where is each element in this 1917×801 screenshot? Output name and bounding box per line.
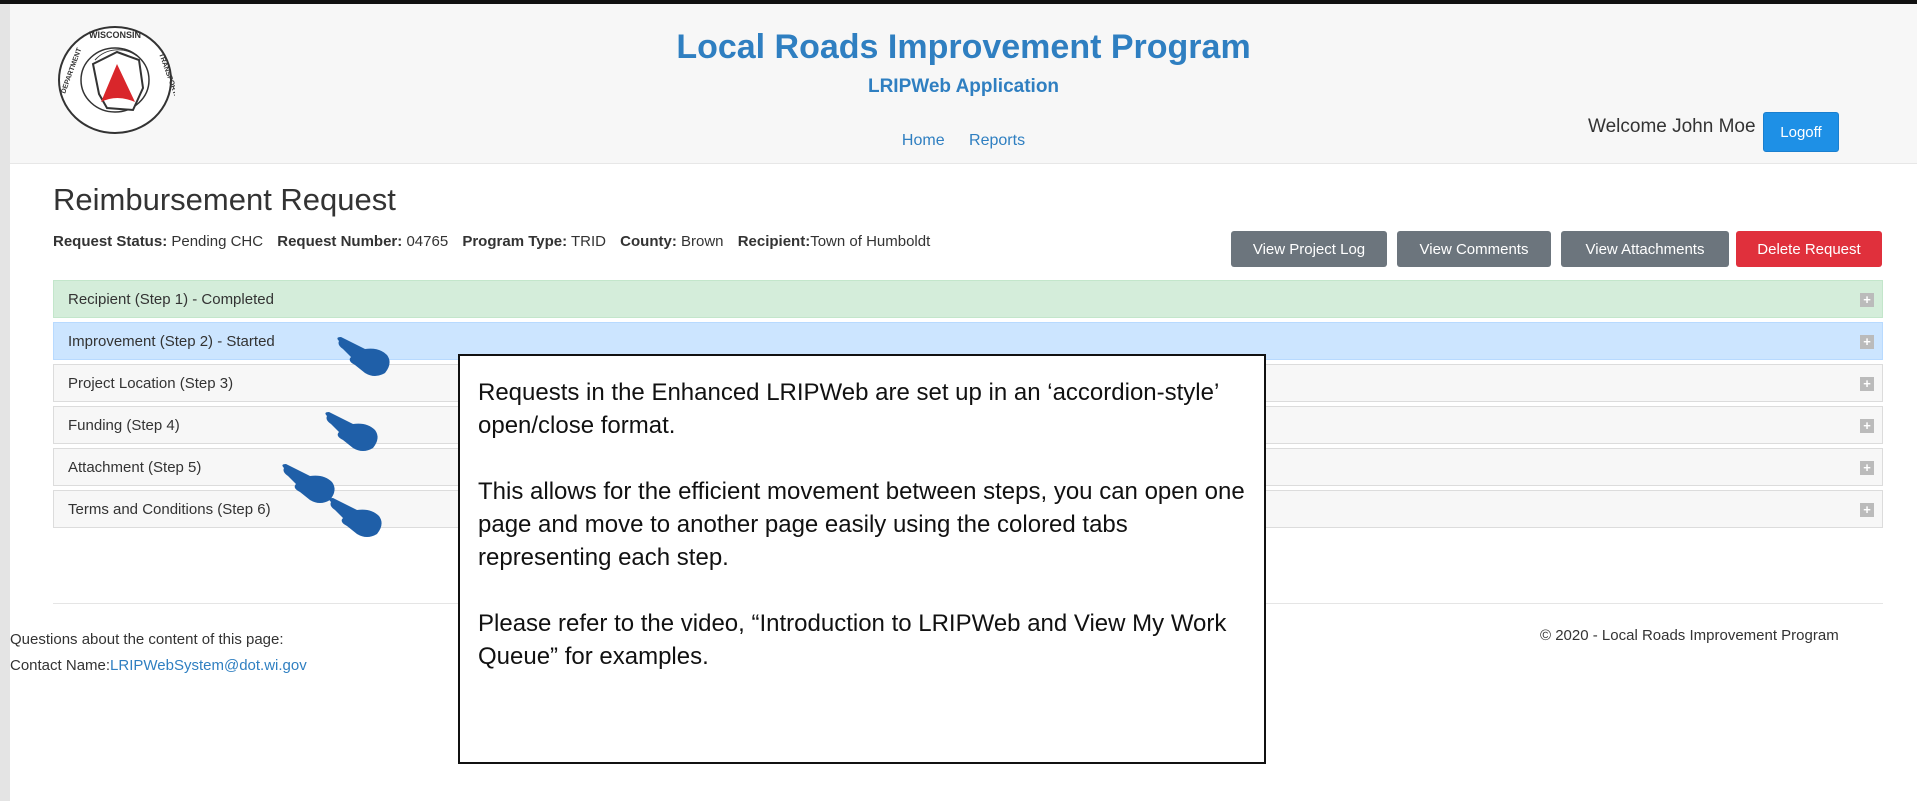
expand-plus-icon[interactable]: +	[1860, 419, 1874, 433]
meta-label-recipient: Recipient:	[737, 233, 811, 250]
footer-contact-line: Contact Name:LRIPWebSystem@dot.wi.gov	[10, 653, 307, 679]
logoff-button[interactable]: Logoff	[1763, 112, 1839, 152]
nav-reports-link[interactable]: Reports	[969, 132, 1025, 149]
meta-label-program: Program Type:	[462, 233, 568, 250]
accordion-step-label: Funding (Step 4)	[68, 417, 180, 434]
accordion-step-1[interactable]: Recipient (Step 1) - Completed +	[53, 280, 1883, 318]
left-gutter	[0, 4, 10, 801]
delete-request-button[interactable]: Delete Request	[1736, 231, 1882, 267]
tutorial-callout: Requests in the Enhanced LRIPWeb are set…	[458, 354, 1266, 764]
meta-value-county: Brown	[681, 233, 724, 250]
expand-plus-icon[interactable]: +	[1860, 335, 1874, 349]
accordion-step-label: Project Location (Step 3)	[68, 375, 234, 392]
callout-paragraph: Please refer to the video, “Introduction…	[478, 610, 1227, 670]
site-header: WISCONSIN DEPARTMENT TRANSPORTATION Loca…	[10, 4, 1917, 164]
page-title: Reimbursement Request	[53, 182, 396, 217]
meta-label-status: Request Status:	[53, 233, 168, 250]
callout-paragraph: This allows for the efficient movement b…	[478, 478, 1245, 571]
view-comments-button[interactable]: View Comments	[1397, 231, 1551, 267]
footer-contact-label: Contact Name:	[10, 657, 111, 674]
expand-plus-icon[interactable]: +	[1860, 293, 1874, 307]
meta-value-status: Pending CHC	[171, 233, 264, 250]
contact-email-link[interactable]: LRIPWebSystem@dot.wi.gov	[110, 657, 307, 674]
meta-value-program: TRID	[571, 233, 606, 250]
pointer-hand-icon	[337, 337, 390, 376]
expand-plus-icon[interactable]: +	[1860, 461, 1874, 475]
meta-value-number: 04765	[406, 233, 449, 250]
accordion-step-label: Terms and Conditions (Step 6)	[68, 501, 271, 518]
app-subtitle: LRIPWeb Application	[867, 76, 1060, 97]
nav-home-link[interactable]: Home	[902, 132, 945, 149]
expand-plus-icon[interactable]: +	[1860, 503, 1874, 517]
meta-label-number: Request Number:	[277, 233, 403, 250]
app-title: Local Roads Improvement Program	[676, 28, 1251, 66]
view-attachments-button[interactable]: View Attachments	[1561, 231, 1729, 267]
pointer-hand-icon	[325, 412, 378, 451]
welcome-text: Welcome John Moe	[1588, 116, 1756, 137]
accordion-step-label: Attachment (Step 5)	[68, 459, 202, 476]
expand-plus-icon[interactable]: +	[1860, 377, 1874, 391]
footer-questions: Questions about the content of this page…	[10, 631, 284, 648]
meta-value-recipient: Town of Humboldt	[810, 233, 931, 250]
accordion-step-label: Recipient (Step 1) - Completed	[68, 291, 274, 308]
footer-copyright: © 2020 - Local Roads Improvement Program	[1540, 627, 1839, 644]
callout-paragraph: Requests in the Enhanced LRIPWeb are set…	[478, 379, 1219, 439]
pointer-hand-icon	[329, 498, 382, 537]
footer-contact: Questions about the content of this page…	[10, 627, 307, 679]
request-meta: Request Status: Pending CHC Request Numb…	[53, 233, 930, 250]
view-project-log-button[interactable]: View Project Log	[1231, 231, 1387, 267]
meta-label-county: County:	[620, 233, 677, 250]
accordion-step-label: Improvement (Step 2) - Started	[68, 333, 275, 350]
